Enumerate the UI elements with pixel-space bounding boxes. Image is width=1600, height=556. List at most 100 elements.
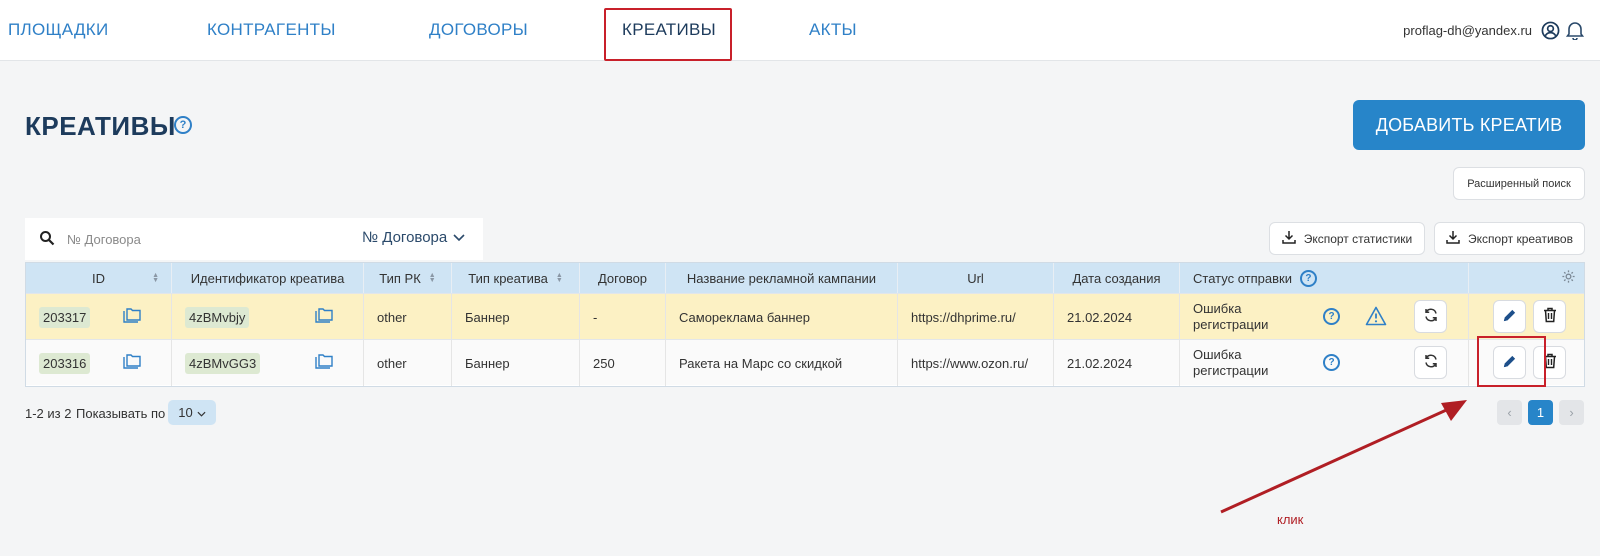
cell-identifier: 4zBMvbjy — [172, 294, 364, 340]
column-header-id[interactable]: ID ▲ ▼ — [26, 263, 172, 293]
cell-rk-type: other — [364, 340, 452, 386]
export-creatives-label: Экспорт креативов — [1468, 231, 1573, 246]
pagination-next-button[interactable]: › — [1559, 400, 1584, 425]
search-input[interactable] — [67, 229, 317, 249]
column-header-url: Url — [898, 263, 1054, 293]
table-row: 203317 4zBMvbjy other Баннер - Саморекла… — [26, 293, 1586, 340]
per-page-select[interactable]: 10 — [168, 400, 216, 425]
delete-button[interactable] — [1533, 300, 1566, 333]
creative-identifier: 4zBMvGG3 — [185, 352, 261, 374]
per-page-label: Показывать по — [76, 406, 166, 421]
search-field-select-value: № Договора — [362, 229, 448, 246]
column-header-label: Url — [967, 270, 984, 286]
refresh-icon — [1423, 307, 1439, 326]
column-header-creative-type[interactable]: Тип креатива ▲ ▼ — [452, 263, 580, 293]
user-email[interactable]: proflag-dh@yandex.ru — [1403, 23, 1532, 38]
pagination-page-1[interactable]: 1 — [1528, 400, 1553, 425]
export-stats-button[interactable]: Экспорт статистики — [1269, 222, 1425, 255]
cell-created: 21.02.2024 — [1054, 340, 1180, 386]
cell-created: 21.02.2024 — [1054, 294, 1180, 340]
nav-item-contracts[interactable]: ДОГОВОРЫ — [429, 20, 528, 40]
column-header-label: Договор — [597, 270, 648, 286]
bell-icon[interactable] — [1565, 20, 1585, 40]
help-icon[interactable]: ? — [174, 116, 192, 134]
gear-icon[interactable] — [1561, 269, 1576, 287]
copy-icon[interactable] — [315, 308, 333, 327]
status-text: Ошибка регистрации — [1193, 347, 1268, 379]
copy-icon[interactable] — [315, 354, 333, 373]
column-header-label: Тип креатива — [468, 270, 548, 286]
help-icon[interactable]: ? — [1323, 308, 1340, 325]
cell-campaign: Ракета на Марс со скидкой — [666, 340, 898, 386]
user-icon[interactable] — [1540, 20, 1560, 40]
column-header-label: Идентификатор креатива — [190, 270, 345, 286]
column-header-created: Дата создания — [1054, 263, 1180, 293]
page-title: КРЕАТИВЫ — [25, 111, 176, 141]
cell-id: 203317 — [26, 294, 172, 340]
status-line: регистрации — [1193, 363, 1269, 378]
search-icon — [39, 230, 55, 251]
creative-identifier: 4zBMvbjy — [185, 306, 250, 328]
nav-item-acts[interactable]: АКТЫ — [809, 20, 857, 40]
download-icon — [1446, 230, 1460, 247]
trash-icon — [1543, 307, 1557, 326]
help-icon[interactable]: ? — [1299, 269, 1317, 287]
creatives-table: ID ▲ ▼ Идентификатор креатива Тип РК ▲ ▼ Т… — [25, 262, 1585, 387]
sort-icon[interactable]: ▲ ▼ — [429, 272, 436, 284]
column-header-label: Дата создания — [1072, 270, 1161, 286]
search-field-select[interactable]: № Договора — [362, 229, 465, 246]
advanced-search-button[interactable]: Расширенный поиск — [1453, 167, 1585, 200]
cell-actions — [1469, 294, 1586, 340]
help-icon[interactable]: ? — [1323, 354, 1340, 371]
sort-icon[interactable]: ▲ ▼ — [556, 272, 563, 284]
pagination-prev-button[interactable]: ‹ — [1497, 400, 1522, 425]
resend-button[interactable] — [1414, 300, 1447, 333]
table-header: ID ▲ ▼ Идентификатор креатива Тип РК ▲ ▼ Т… — [26, 263, 1584, 293]
cell-campaign: Самореклама баннер — [666, 294, 898, 340]
nav-item-counterparties[interactable]: КОНТРАГЕНТЫ — [207, 20, 336, 40]
status-line: Ошибка — [1193, 347, 1242, 362]
pencil-icon — [1502, 308, 1517, 326]
warning-icon[interactable] — [1365, 306, 1387, 329]
cell-url[interactable]: https://www.ozon.ru/ — [898, 340, 1054, 386]
cell-url[interactable]: https://dhprime.ru/ — [898, 294, 1054, 340]
per-page-value: 10 — [178, 405, 193, 420]
top-navigation: ПЛОЩАДКИ КОНТРАГЕНТЫ ДОГОВОРЫ КРЕАТИВЫ А… — [0, 0, 1600, 61]
cell-contract: - — [580, 294, 666, 340]
column-header-rk-type[interactable]: Тип РК ▲ ▼ — [364, 263, 452, 293]
export-stats-label: Экспорт статистики — [1303, 231, 1413, 246]
download-icon — [1281, 230, 1296, 247]
chevron-down-icon — [453, 229, 465, 246]
table-row: 203316 4zBMvGG3 other Баннер 250 Ракета … — [26, 339, 1584, 386]
column-header-label: Название рекламной кампании — [686, 270, 877, 286]
resend-button[interactable] — [1414, 346, 1447, 379]
refresh-icon — [1423, 353, 1439, 372]
annotation-label: клик — [1277, 512, 1304, 527]
column-header-contract: Договор — [580, 263, 666, 293]
nav-active-highlight-box — [604, 8, 732, 61]
creative-id: 203317 — [39, 306, 91, 328]
add-creative-button[interactable]: ДОБАВИТЬ КРЕАТИВ — [1353, 100, 1585, 150]
column-header-label: ID — [92, 270, 105, 286]
status-line: регистрации — [1193, 317, 1269, 332]
column-header-campaign: Название рекламной кампании — [666, 263, 898, 293]
copy-icon[interactable] — [123, 354, 141, 373]
copy-icon[interactable] — [123, 308, 141, 327]
cell-id: 203316 — [26, 340, 172, 386]
search-bar: № Договора — [25, 218, 483, 260]
cell-creative-type: Баннер — [452, 294, 580, 340]
edit-button[interactable] — [1493, 300, 1526, 333]
export-creatives-button[interactable]: Экспорт креативов — [1434, 222, 1585, 255]
annotation-arrow — [1220, 400, 1467, 514]
column-settings[interactable] — [1469, 263, 1586, 293]
status-line: Ошибка — [1193, 301, 1242, 316]
cell-status: Ошибка регистрации ? — [1180, 340, 1469, 386]
pagination-range: 1-2 из 2 — [25, 406, 72, 421]
sort-icon[interactable]: ▲ ▼ — [152, 272, 159, 284]
column-header-identifier: Идентификатор креатива — [172, 263, 364, 293]
annotation-highlight-box — [1477, 336, 1546, 387]
nav-item-platforms[interactable]: ПЛОЩАДКИ — [8, 20, 108, 40]
cell-contract: 250 — [580, 340, 666, 386]
cell-rk-type: other — [364, 294, 452, 340]
cell-identifier: 4zBMvGG3 — [172, 340, 364, 386]
